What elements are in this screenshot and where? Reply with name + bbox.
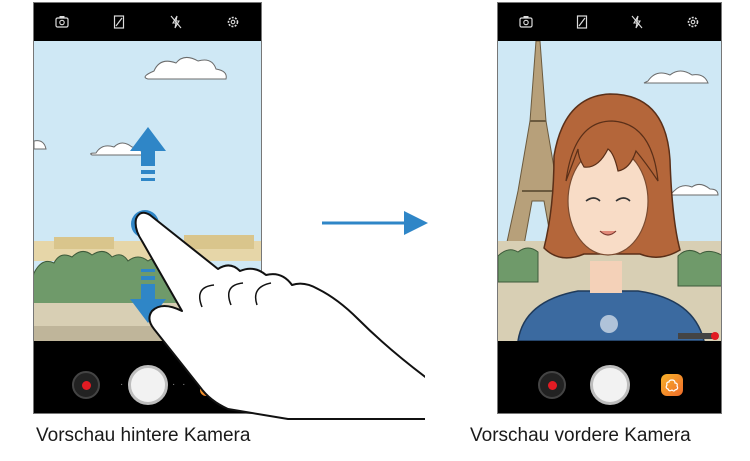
front-camera-preview[interactable] [498, 41, 721, 341]
record-video-icon[interactable] [538, 371, 566, 399]
switch-camera-icon[interactable] [517, 13, 535, 31]
flash-off-icon[interactable] [167, 13, 185, 31]
flash-off-icon[interactable] [628, 13, 646, 31]
settings-icon[interactable] [224, 13, 242, 31]
switch-camera-icon[interactable] [53, 13, 71, 31]
caption-front-camera: Vorschau vordere Kamera [470, 425, 691, 446]
hdr-icon[interactable] [573, 13, 591, 31]
camera-top-bar [498, 3, 721, 41]
settings-icon[interactable] [684, 13, 702, 31]
front-camera-screen [497, 2, 722, 414]
camera-bottom-bar [498, 341, 721, 413]
caption-rear-camera: Vorschau hintere Kamera [36, 425, 251, 446]
camera-top-bar [34, 3, 261, 41]
record-video-icon[interactable] [72, 371, 100, 399]
hdr-icon[interactable] [110, 13, 128, 31]
shutter-icon[interactable] [590, 365, 630, 405]
transition-arrow-icon [322, 211, 428, 235]
effects-icon[interactable] [661, 374, 683, 396]
